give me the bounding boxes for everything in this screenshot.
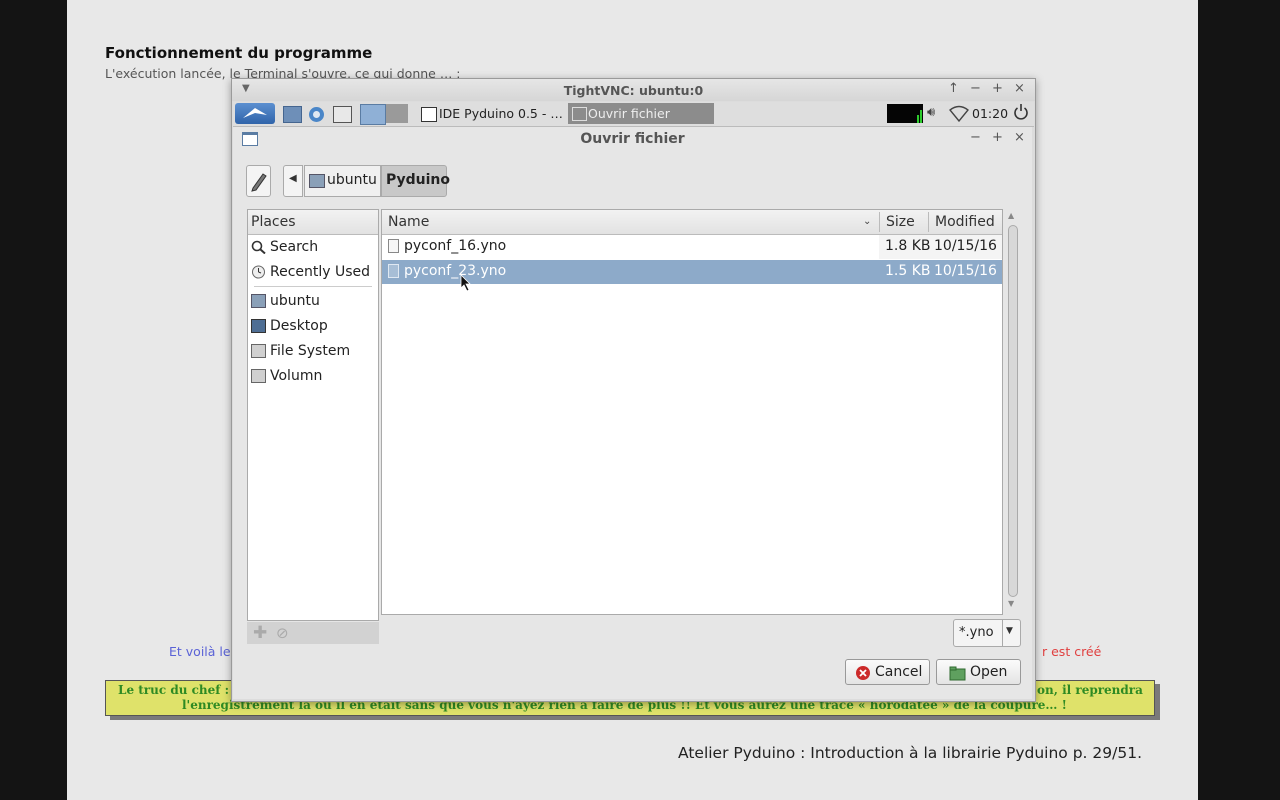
places-sidebar: Places Search Recently Used ubuntu Deskt… [247, 209, 379, 621]
file-type-filter[interactable]: *.yno ▼ [953, 619, 1021, 647]
place-recently-used[interactable]: Recently Used [248, 261, 378, 285]
cancel-icon [856, 666, 870, 680]
maximize-icon[interactable]: + [992, 81, 1003, 96]
close-icon[interactable]: × [1014, 81, 1025, 96]
tip-heading: Le truc du chef : [118, 683, 230, 697]
path-back-button[interactable]: ◀ [283, 165, 303, 197]
places-separator [254, 286, 372, 287]
minimize-icon[interactable]: − [970, 130, 981, 145]
cpu-monitor [887, 104, 923, 123]
places-toolbar: ✚ ⊘ [247, 622, 379, 644]
home-folder-icon [309, 174, 325, 188]
place-file-system[interactable]: File System [248, 340, 378, 364]
window-switcher-icon[interactable] [333, 106, 352, 123]
mouse-cursor-icon [460, 274, 471, 292]
column-modified[interactable]: Modified [935, 214, 995, 230]
scroll-thumb[interactable] [1008, 225, 1018, 597]
file-icon [388, 239, 399, 253]
start-menu-button[interactable] [235, 103, 275, 124]
dropdown-arrow-icon: ▼ [1006, 626, 1013, 636]
cancel-button[interactable]: Cancel [845, 659, 930, 685]
sort-chevron-icon[interactable]: ⌄ [863, 216, 871, 227]
breadcrumb-ubuntu[interactable]: ubuntu [304, 165, 381, 197]
browser-icon[interactable] [308, 106, 325, 122]
dialog-title: Ouvrir fichier [580, 131, 685, 147]
file-row[interactable]: pyconf_16.yno 1.8 KB 10/15/16 [382, 235, 1002, 259]
lxde-logo-icon [243, 108, 267, 118]
scroll-up-icon[interactable]: ▲ [1008, 211, 1014, 220]
type-location-button[interactable] [246, 165, 271, 197]
volume-icon[interactable]: 🔊︎ [927, 105, 935, 120]
file-modified: 10/15/16 [934, 238, 997, 254]
open-button[interactable]: Open [936, 659, 1021, 685]
slide-text-red: r est créé [1042, 644, 1102, 659]
close-icon[interactable]: × [1014, 130, 1025, 145]
taskbar-panel: IDE Pyduino 0.5 - … Ouvrir fichier 🔊︎ 01… [233, 102, 1034, 127]
vnc-window: ▼ TightVNC: ubuntu:0 ↑ − + × IDE Pyduino… [231, 78, 1036, 702]
file-list-header: Name ⌄ Size Modified [382, 210, 1002, 235]
taskbar-item-open-file[interactable]: Ouvrir fichier [568, 103, 714, 124]
column-size[interactable]: Size [886, 214, 915, 230]
window-icon [572, 107, 587, 121]
place-volumn[interactable]: Volumn [248, 365, 378, 389]
file-name: pyconf_23.yno [404, 263, 507, 279]
place-ubuntu[interactable]: ubuntu [248, 290, 378, 314]
workspace-2[interactable] [386, 104, 408, 123]
file-icon [388, 264, 399, 278]
slide-footer: Atelier Pyduino : Introduction à la libr… [678, 744, 1142, 762]
wifi-icon[interactable] [949, 105, 969, 126]
folder-open-icon [949, 666, 966, 681]
taskbar-item-ide[interactable]: IDE Pyduino 0.5 - … [419, 104, 563, 124]
file-row-selected[interactable]: pyconf_23.yno 1.5 KB 10/15/16 [382, 260, 1002, 284]
remove-bookmark-icon[interactable]: ⊘ [276, 624, 289, 642]
home-folder-icon [251, 294, 266, 308]
dialog-titlebar[interactable]: Ouvrir fichier − + × [233, 127, 1032, 151]
place-search[interactable]: Search [248, 236, 378, 260]
workspace-1[interactable] [360, 104, 386, 125]
clock-icon [251, 265, 266, 279]
search-icon [251, 240, 266, 255]
raise-icon[interactable]: ↑ [948, 81, 959, 96]
clock: 01:20 [972, 106, 1009, 121]
add-bookmark-icon[interactable]: ✚ [253, 623, 267, 643]
breadcrumb-pyduino[interactable]: Pyduino [381, 165, 450, 197]
vnc-titlebar[interactable]: ▼ TightVNC: ubuntu:0 ↑ − + × [232, 79, 1035, 101]
chevron-left-icon: ◀ [289, 173, 297, 184]
desktop-icon [251, 319, 266, 333]
drive-icon [251, 369, 266, 383]
scroll-down-icon[interactable]: ▼ [1008, 599, 1014, 608]
drive-icon [251, 344, 266, 358]
maximize-icon[interactable]: + [992, 130, 1003, 145]
file-name: pyconf_16.yno [404, 238, 507, 254]
file-size: 1.5 KB [885, 263, 931, 279]
file-size: 1.8 KB [885, 238, 931, 254]
pencil-icon [251, 173, 267, 192]
file-modified: 10/15/16 [934, 263, 997, 279]
slide-text-blue: Et voilà le [169, 644, 231, 659]
file-manager-icon[interactable] [283, 106, 302, 123]
place-desktop[interactable]: Desktop [248, 315, 378, 339]
window-icon [421, 107, 437, 122]
minimize-icon[interactable]: − [970, 81, 981, 96]
open-file-dialog: Ouvrir fichier − + × ◀ ubuntu Pyduino Pl… [233, 127, 1032, 699]
file-list: Name ⌄ Size Modified pyconf_16.yno 1.8 K… [381, 209, 1003, 615]
slide-title: Fonctionnement du programme [105, 44, 373, 62]
places-header: Places [248, 210, 378, 235]
column-name[interactable]: Name [388, 214, 429, 230]
power-icon[interactable] [1013, 103, 1029, 125]
vnc-title: TightVNC: ubuntu:0 [563, 83, 704, 98]
file-list-scrollbar[interactable]: ▲ ▼ [1005, 209, 1021, 613]
tip-line-1-end: on, il reprendra [1037, 683, 1143, 697]
